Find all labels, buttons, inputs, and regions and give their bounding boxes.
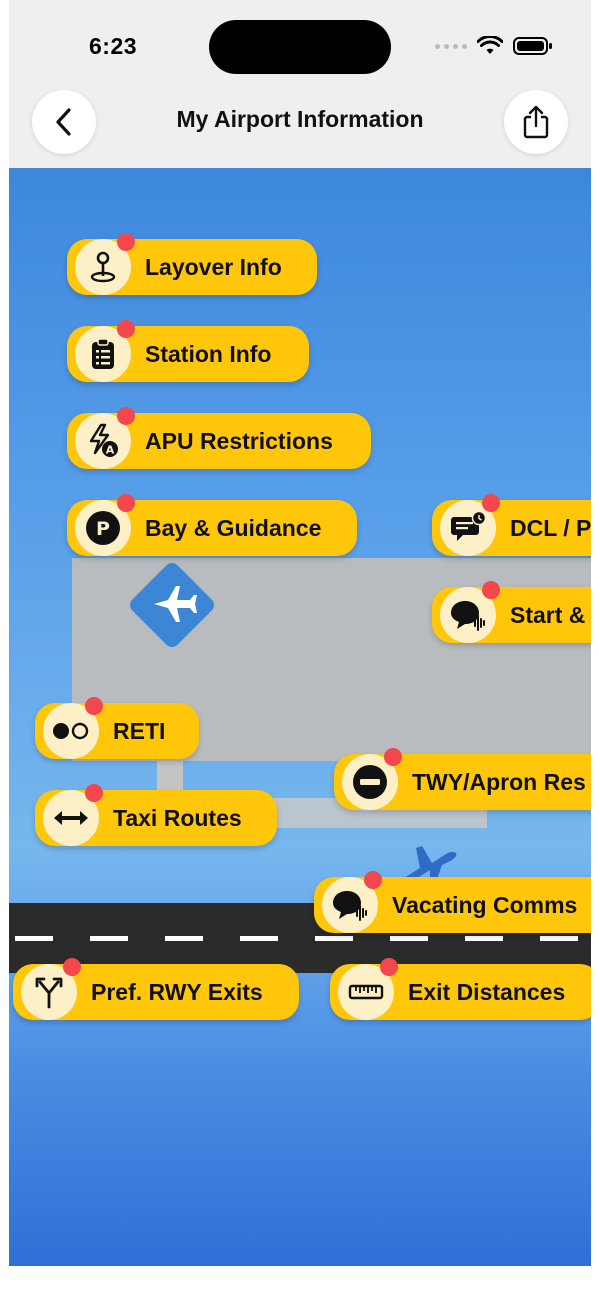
runway-marking	[15, 936, 53, 941]
runway-marking	[390, 936, 428, 941]
notification-badge	[482, 494, 500, 512]
notification-badge	[117, 233, 135, 251]
notification-badge	[85, 784, 103, 802]
clipboard-icon	[75, 320, 135, 382]
signal-icon	[435, 43, 467, 49]
pill-label: APU Restrictions	[145, 427, 333, 454]
pref-rwy-exits-button[interactable]: Pref. RWY Exits	[13, 958, 299, 1020]
apu-restrictions-button[interactable]: A APU Restrictions	[67, 407, 371, 469]
pill-label: Vacating Comms	[392, 891, 578, 918]
svg-text:A: A	[106, 444, 115, 457]
runway-marking	[240, 936, 278, 941]
runway-marking	[90, 936, 128, 941]
reti-lights-icon	[43, 697, 103, 759]
speech-bubble-wave-icon	[322, 871, 382, 933]
airplane-icon	[154, 586, 197, 622]
no-entry-icon	[342, 748, 402, 810]
share-button[interactable]	[504, 90, 568, 154]
bay-guidance-button[interactable]: P Bay & Guidance	[67, 494, 357, 556]
vacating-comms-button[interactable]: Vacating Comms	[314, 871, 591, 933]
pill-label: DCL / P	[510, 514, 591, 541]
pill-label: Taxi Routes	[113, 804, 242, 831]
lightning-a-icon: A	[75, 407, 135, 469]
notification-badge	[364, 871, 382, 889]
pill-label: Layover Info	[145, 253, 282, 280]
pill-label: Bay & Guidance	[145, 514, 322, 541]
notification-badge	[482, 581, 500, 599]
notification-badge	[117, 320, 135, 338]
wifi-icon	[477, 36, 503, 54]
runway-marking	[540, 936, 578, 941]
top-bar: 6:23 My Airport Information	[9, 0, 591, 168]
speech-bubble-wave-icon	[440, 581, 500, 643]
notification-badge	[380, 958, 398, 976]
runway-marking	[465, 936, 503, 941]
twy-apron-restrictions-button[interactable]: TWY/Apron Res	[334, 748, 591, 810]
notification-badge	[85, 697, 103, 715]
message-clock-icon	[440, 494, 500, 556]
pill-label: RETI	[113, 717, 166, 744]
app-screen: 6:23 My Airport Information Layover Info…	[9, 0, 591, 1266]
exit-distances-button[interactable]: Exit Distances	[330, 958, 591, 1020]
map-pin-icon	[75, 233, 135, 295]
double-arrow-icon	[43, 784, 103, 846]
pill-label: Station Info	[145, 340, 272, 367]
fork-arrows-icon	[21, 958, 81, 1020]
station-info-button[interactable]: Station Info	[67, 320, 309, 382]
dcl-button[interactable]: DCL / P	[432, 494, 591, 556]
pill-label: Pref. RWY Exits	[91, 978, 263, 1005]
notification-badge	[117, 494, 135, 512]
notification-badge	[384, 748, 402, 766]
notification-badge	[117, 407, 135, 425]
notification-badge	[63, 958, 81, 976]
pill-label: Start &	[510, 601, 586, 628]
svg-text:P: P	[96, 518, 110, 540]
dynamic-island	[209, 20, 391, 74]
taxi-routes-button[interactable]: Taxi Routes	[35, 784, 277, 846]
parking-icon: P	[75, 494, 135, 556]
status-icons	[435, 36, 553, 56]
pill-label: Exit Distances	[408, 978, 566, 1005]
airport-map[interactable]: Layover Info Station Info A APU Restrict…	[9, 168, 591, 1266]
runway-marking	[165, 936, 203, 941]
share-icon	[523, 105, 549, 139]
battery-icon	[513, 37, 552, 55]
layover-info-button[interactable]: Layover Info	[67, 233, 317, 295]
start-button[interactable]: Start &	[432, 581, 591, 643]
runway-marking	[315, 936, 353, 941]
reti-button[interactable]: RETI	[35, 697, 199, 759]
status-time: 6:23	[89, 33, 138, 59]
pill-label: TWY/Apron Res	[412, 768, 586, 795]
ruler-icon	[338, 958, 398, 1020]
